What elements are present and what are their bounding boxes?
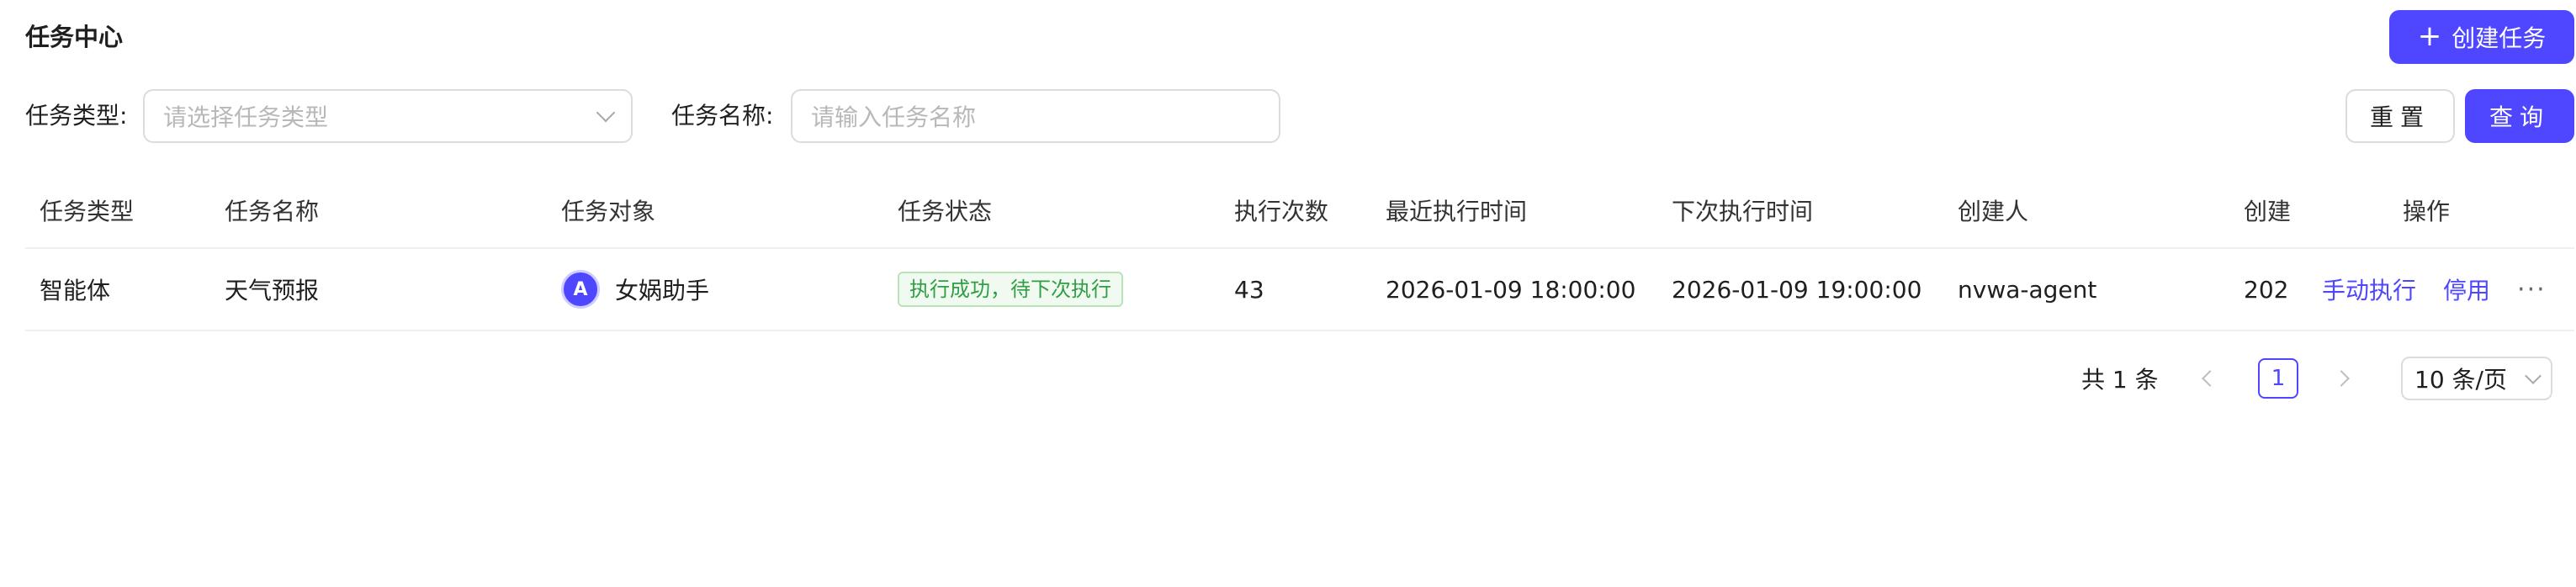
- plus-icon: +: [2417, 19, 2442, 53]
- agent-avatar: A: [561, 270, 600, 309]
- column-header: 创建: [2244, 198, 2292, 225]
- task-type-cell: 智能体: [40, 277, 111, 304]
- reset-button[interactable]: 重置: [2345, 89, 2455, 143]
- chevron-down-icon: [2525, 368, 2542, 384]
- task-name-cell: 天气预报: [225, 277, 320, 304]
- task-status-cell: 执行成功，待下次执行: [898, 249, 1123, 330]
- task-type-select[interactable]: 请选择任务类型: [143, 89, 633, 143]
- page-size-label: 10 条/页: [2414, 366, 2507, 394]
- page-size-select[interactable]: 10 条/页: [2401, 357, 2552, 400]
- page-title: 任务中心: [25, 23, 124, 51]
- actions-cell: 手动执行 停用 ···: [2322, 249, 2547, 330]
- last-exec-time-cell: 2026-01-09 18:00:00: [1386, 275, 1636, 304]
- disable-link[interactable]: 停用: [2443, 272, 2490, 306]
- column-header: 下次执行时间: [1672, 198, 1814, 225]
- column-header: 任务类型: [40, 198, 135, 225]
- create-task-button[interactable]: + 创建任务: [2389, 10, 2574, 64]
- task-table: 任务类型 任务名称 任务对象 任务状态 执行次数 最近执行时间 下次执行时间 创…: [25, 173, 2574, 331]
- chevron-down-icon: [596, 103, 616, 123]
- more-icon[interactable]: ···: [2517, 275, 2547, 304]
- next-exec-time-cell: 2026-01-09 19:00:00: [1672, 275, 1922, 304]
- task-name-input[interactable]: 请输入任务名称: [791, 89, 1280, 143]
- table-row: 智能体 天气预报 A 女娲助手 执行成功，待下次执行 43 2026-01-09…: [25, 249, 2574, 331]
- task-name-label: 任务名称:: [671, 102, 774, 130]
- task-target-cell: A 女娲助手: [561, 249, 709, 330]
- created-cell: 202: [2244, 275, 2289, 304]
- column-header: 操作: [2403, 198, 2451, 225]
- column-header: 任务对象: [561, 198, 656, 225]
- manual-run-link[interactable]: 手动执行: [2322, 272, 2416, 306]
- column-header: 任务状态: [898, 198, 993, 225]
- query-button[interactable]: 查询: [2465, 89, 2574, 143]
- page-number-button[interactable]: 1: [2258, 358, 2298, 399]
- column-header: 最近执行时间: [1386, 198, 1528, 225]
- creator-cell: nvwa-agent: [1958, 275, 2097, 304]
- column-header: 执行次数: [1234, 198, 1329, 225]
- pagination-total: 共 1 条: [2081, 366, 2159, 394]
- chevron-right-icon[interactable]: [2333, 370, 2350, 387]
- task-center-page: 任务中心 + 创建任务 任务类型: 请选择任务类型 任务名称: 请输入任务名称 …: [0, 0, 2576, 587]
- chevron-left-icon[interactable]: [2202, 370, 2218, 387]
- pagination: 共 1 条 1 10 条/页: [2070, 357, 2574, 400]
- table-header: 任务类型 任务名称 任务对象 任务状态 执行次数 最近执行时间 下次执行时间 创…: [25, 173, 2574, 249]
- column-header: 创建人: [1958, 198, 2029, 225]
- status-badge: 执行成功，待下次执行: [898, 272, 1123, 307]
- task-name-placeholder: 请输入任务名称: [811, 103, 977, 131]
- column-header: 任务名称: [225, 198, 320, 225]
- task-type-label: 任务类型:: [25, 102, 128, 130]
- exec-count-cell: 43: [1234, 275, 1264, 304]
- task-target-name: 女娲助手: [615, 277, 710, 304]
- create-task-label: 创建任务: [2451, 24, 2547, 52]
- task-type-placeholder: 请选择任务类型: [163, 103, 329, 131]
